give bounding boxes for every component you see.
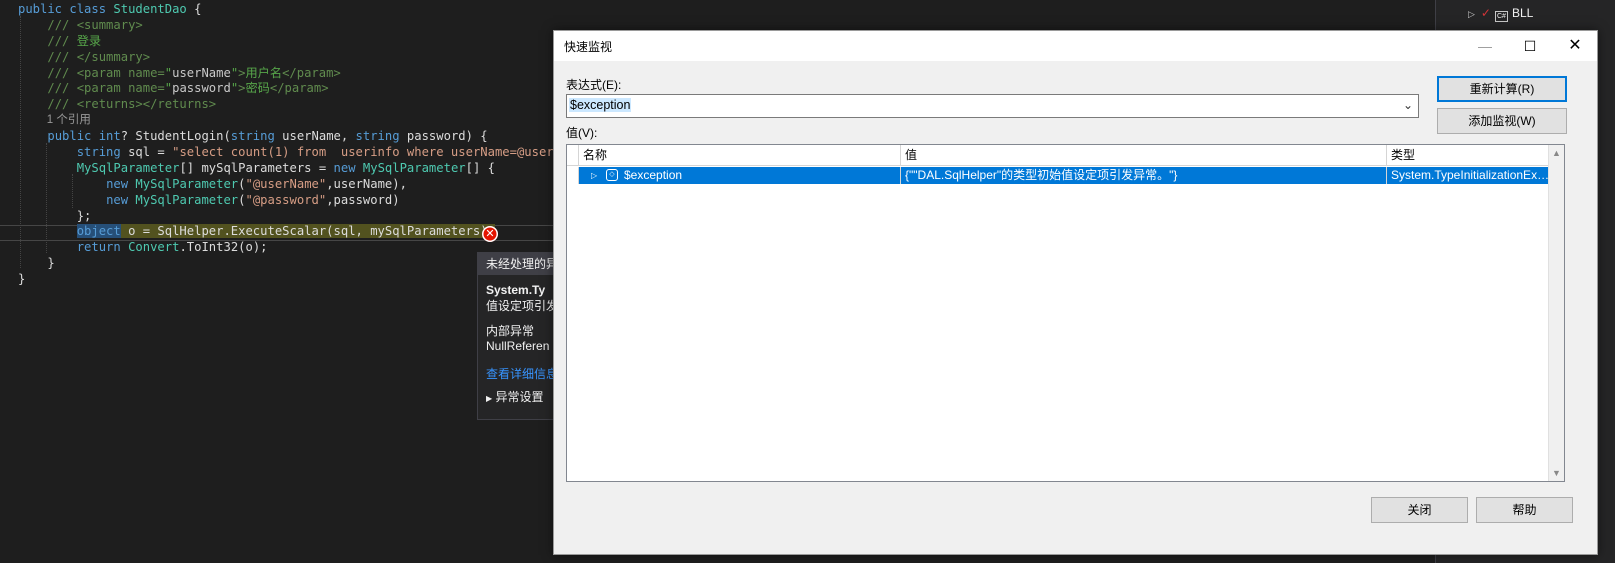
error-icon[interactable]: ✕ <box>482 226 498 242</box>
close-button[interactable]: 关闭 <box>1371 497 1468 523</box>
code-line: /// </summary> <box>47 49 151 64</box>
expression-label: 表达式(E): <box>566 78 622 92</box>
dialog-titlebar[interactable]: 快速监视 — ☐ ✕ <box>554 31 1597 61</box>
dialog-title: 快速监视 <box>564 40 613 54</box>
code-line: public class StudentDao { <box>18 2 202 16</box>
cell-name-text: $exception <box>624 168 683 182</box>
close-window-button[interactable]: ✕ <box>1552 31 1598 61</box>
chevron-right-icon: ▶ <box>486 394 493 403</box>
code-line: /// <summary> <box>47 17 143 32</box>
check-icon: ✓ <box>1480 6 1491 20</box>
code-line: new MySqlParameter("@userName",userName)… <box>106 176 407 191</box>
code-line: }; <box>18 208 92 223</box>
scroll-up-icon[interactable]: ▲ <box>1552 148 1561 158</box>
cell-name[interactable]: ▷ ◇ $exception <box>579 167 901 184</box>
column-header-type[interactable]: 类型 <box>1387 145 1552 166</box>
chevron-down-icon[interactable]: ⌄ <box>1403 98 1413 112</box>
table-row[interactable]: ▷ ◇ $exception {""DAL.SqlHelper"的类型初始值设定… <box>567 167 1550 184</box>
cell-type[interactable]: System.TypeInitializationExc... <box>1387 167 1550 184</box>
expression-combobox[interactable]: $exception ⌄ <box>566 94 1419 118</box>
vertical-scrollbar[interactable]: ▲ ▼ <box>1548 145 1564 481</box>
recalculate-button[interactable]: 重新计算(R) <box>1437 76 1567 102</box>
code-line: /// 登录 <box>47 33 102 48</box>
codelens-reference[interactable]: 1 个引用 <box>18 113 583 129</box>
code-line: public int? StudentLogin(string userName… <box>47 129 488 144</box>
object-icon: ◇ <box>606 169 618 181</box>
code-text[interactable]: public class StudentDao { /// <summary> … <box>18 2 583 288</box>
grid-header-spacer <box>567 145 579 166</box>
quick-watch-dialog: 快速监视 — ☐ ✕ 表达式(E): $exception ⌄ 重新计算(R) … <box>553 30 1598 555</box>
help-button[interactable]: 帮助 <box>1476 497 1573 523</box>
csharp-project-icon: C# <box>1494 11 1508 22</box>
cell-value[interactable]: {""DAL.SqlHelper"的类型初始值设定项引发异常。"} <box>901 167 1387 184</box>
value-grid[interactable]: 名称 值 类型 ▷ ◇ $exception {""DAL.SqlHelper"… <box>566 144 1565 482</box>
code-line: string sql = "select count(1) from useri… <box>76 145 584 160</box>
code-line: /// <param name="userName">用户名</param> <box>47 65 341 80</box>
code-line: /// <param name="password">密码</param> <box>47 81 329 96</box>
column-header-name[interactable]: 名称 <box>579 145 901 166</box>
solution-item-label: BLL <box>1511 6 1534 20</box>
value-label: 值(V): <box>566 126 598 140</box>
exception-settings-label: 异常设置 <box>495 390 544 404</box>
minimize-button[interactable]: — <box>1462 31 1508 61</box>
code-line: new MySqlParameter("@password",password) <box>106 192 400 207</box>
expand-arrow-icon[interactable]: ▷ <box>1468 9 1475 19</box>
grid-header: 名称 值 类型 <box>567 145 1564 166</box>
add-watch-button[interactable]: 添加监视(W) <box>1437 108 1567 134</box>
code-line-current: object o = SqlHelper.ExecuteScalar(sql, … <box>76 224 495 239</box>
code-line: MySqlParameter[] mySqlParameters = new M… <box>76 160 495 175</box>
expression-input[interactable]: $exception <box>569 98 632 112</box>
row-gutter <box>567 167 579 184</box>
code-line: /// <returns></returns> <box>47 97 217 112</box>
scroll-down-icon[interactable]: ▼ <box>1552 468 1561 478</box>
maximize-button[interactable]: ☐ <box>1507 31 1553 61</box>
expand-arrow-icon[interactable]: ▷ <box>591 167 597 184</box>
solution-item-bll[interactable]: ▷ ✓ C# BLL <box>1468 6 1533 22</box>
column-header-value[interactable]: 值 <box>901 145 1387 166</box>
